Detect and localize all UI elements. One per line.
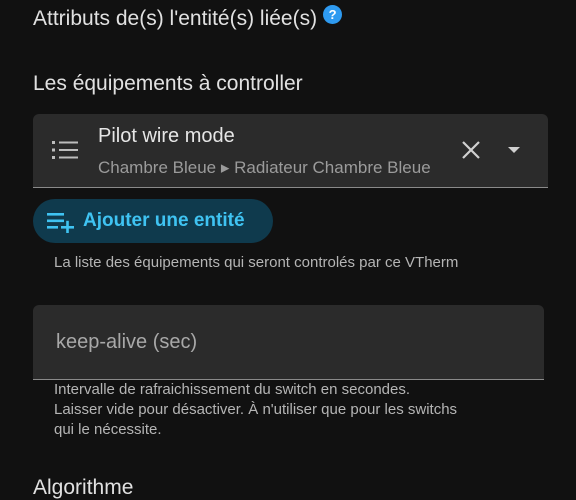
keep-alive-helper-line-1: Intervalle de rafraichissement du switch… (54, 381, 411, 398)
keep-alive-helper-line-2: Laisser vide pour désactiver. À n'utilis… (54, 401, 458, 418)
add-entity-label: Ajouter une entité (83, 210, 245, 231)
keep-alive-helper-line-3: qui le nécessite. (54, 421, 162, 438)
help-circle-icon[interactable]: ? (323, 5, 343, 24)
chevron-down-icon[interactable] (502, 140, 526, 160)
attributes-title: Attributs de(s) l'entité(s) liée(s) (33, 7, 318, 30)
equipments-title: Les équipements à controller (33, 72, 303, 95)
keep-alive-input[interactable] (54, 323, 518, 361)
add-entity-button[interactable]: Ajouter une entité (33, 199, 273, 243)
entity-name: Pilot wire mode (98, 125, 235, 147)
attributes-section: Attributs de(s) l'entité(s) liée(s)? (33, 5, 343, 31)
settings-page: Attributs de(s) l'entité(s) liée(s)? Les… (0, 0, 576, 500)
equipments-helper-text: La liste des équipements qui seront cont… (54, 254, 459, 271)
entity-path: Chambre Bleue ▸ Radiateur Chambre Bleue (98, 158, 431, 177)
selected-entity-field[interactable]: Pilot wire mode Chambre Bleue ▸ Radiateu… (33, 114, 548, 188)
list-icon (52, 141, 78, 159)
clear-icon[interactable] (459, 138, 483, 162)
algorithm-title: Algorithme (33, 476, 134, 499)
playlist-plus-icon (47, 213, 74, 233)
keep-alive-field[interactable] (33, 305, 544, 380)
